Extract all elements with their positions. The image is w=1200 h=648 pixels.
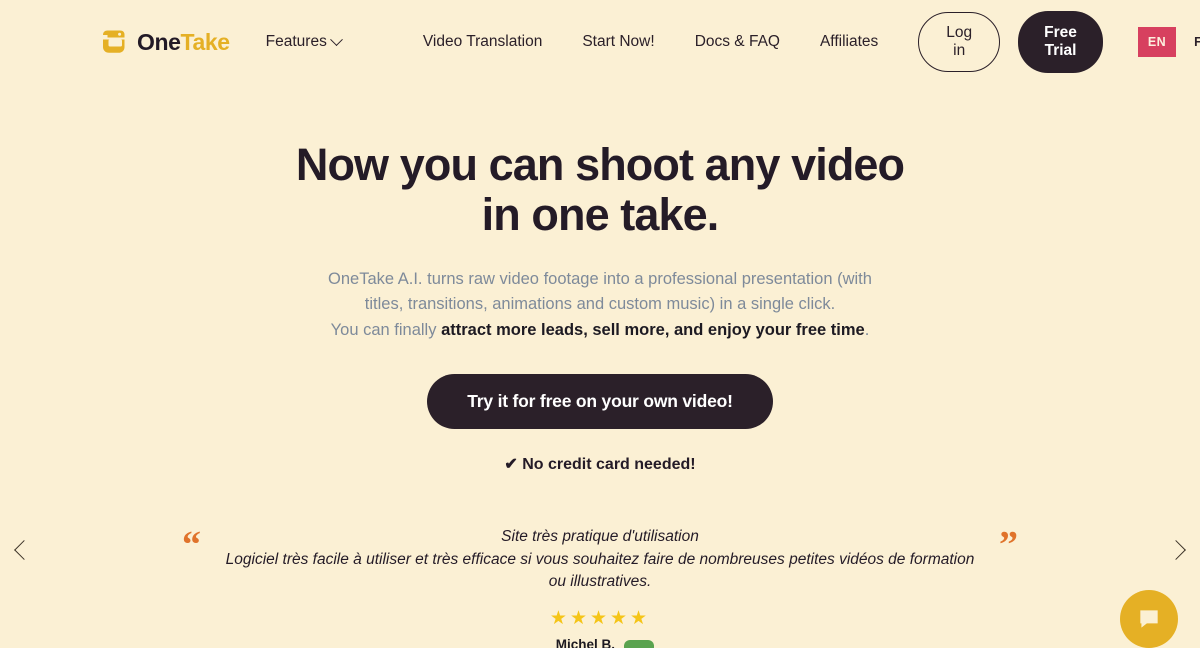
logo-text-take: Take — [181, 29, 230, 55]
header-actions: Log in Free Trial EN FR — [918, 11, 1200, 73]
no-credit-card-note: ✔ No credit card needed! — [0, 454, 1200, 474]
quote-open-icon: “ — [182, 526, 201, 564]
site-header: OneTake Features Video Translation Start… — [0, 0, 1200, 84]
testimonial-body-line-1: Logiciel très facile à utiliser et très … — [226, 551, 975, 568]
hero-subtitle-line-3-end: . — [865, 321, 870, 339]
chat-bubble-icon — [1136, 606, 1162, 632]
logo-text: OneTake — [137, 29, 230, 56]
language-switch-fr[interactable]: FR — [1184, 27, 1200, 57]
chevron-down-icon — [330, 33, 343, 46]
reviewer-info: Michel B. view post — [546, 637, 615, 648]
hero-subtitle-line-1: OneTake A.I. turns raw video footage int… — [328, 270, 872, 288]
nav-item-video-translation[interactable]: Video Translation — [423, 33, 543, 51]
hero-subtitle-line-3-strong: attract more leads, sell more, and enjoy… — [441, 321, 865, 339]
hero-title-line-1: Now you can shoot any video — [296, 139, 904, 190]
reviewer-name: Michel B. — [546, 637, 615, 648]
logo[interactable]: OneTake — [100, 26, 230, 58]
page-title: Now you can shoot any video in one take. — [0, 140, 1200, 241]
hero-title-line-2: in one take. — [482, 189, 719, 240]
chevron-right-icon[interactable] — [1164, 538, 1188, 562]
camera-logo-icon — [100, 26, 130, 58]
language-switch-en[interactable]: EN — [1138, 27, 1176, 57]
quote-close-icon: ” — [999, 526, 1018, 564]
testimonial-title: Site très pratique d'utilisation — [60, 526, 1140, 548]
testimonial-body: Logiciel très facile à utiliser et très … — [220, 549, 980, 594]
hero-subtitle-line-3-lead: You can finally — [331, 321, 441, 339]
testimonial-reviewer: Michel B. view post MB — [60, 637, 1140, 648]
chat-widget-button[interactable] — [1120, 590, 1178, 648]
nav-item-docs-faq[interactable]: Docs & FAQ — [695, 33, 780, 51]
logo-text-one: One — [137, 29, 181, 55]
testimonial-body-line-2: ou illustratives. — [549, 573, 652, 590]
main-navigation: Features Video Translation Start Now! Do… — [266, 33, 919, 51]
hero-section: Now you can shoot any video in one take.… — [0, 84, 1200, 474]
nav-item-features[interactable]: Features — [266, 33, 341, 51]
hero-subtitle-line-2: titles, transitions, animations and cust… — [365, 295, 835, 313]
avatar: MB — [624, 640, 654, 648]
nav-item-start-now[interactable]: Start Now! — [582, 33, 654, 51]
chevron-left-icon[interactable] — [12, 538, 36, 562]
free-trial-button[interactable]: Free Trial — [1018, 11, 1103, 73]
rating-stars: ★★★★★ — [60, 607, 1140, 630]
login-button[interactable]: Log in — [918, 12, 1000, 72]
nav-item-affiliates[interactable]: Affiliates — [820, 33, 878, 51]
primary-cta-button[interactable]: Try it for free on your own video! — [427, 374, 772, 429]
nav-item-features-label: Features — [266, 33, 327, 51]
hero-subtitle: OneTake A.I. turns raw video footage int… — [0, 267, 1200, 344]
